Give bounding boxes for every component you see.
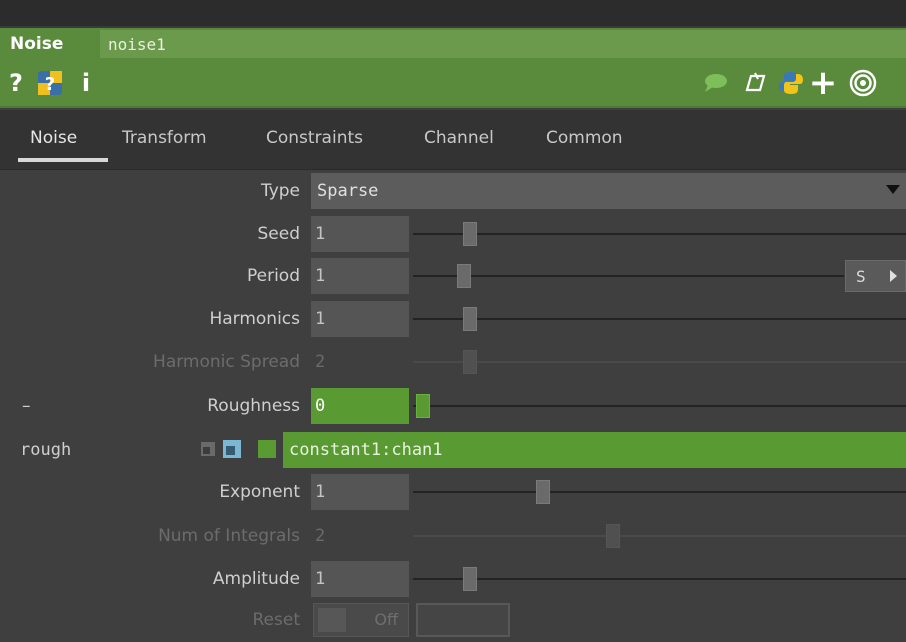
param-label: Exponent	[219, 482, 300, 502]
expression-mode-icon[interactable]	[223, 440, 241, 458]
harmonics-field[interactable]: 1	[311, 301, 409, 337]
operator-type: Noise	[10, 34, 64, 54]
reset-pulse-button[interactable]	[416, 603, 510, 637]
param-num-integrals: Num of Integrals 2	[0, 516, 906, 556]
period-field[interactable]: 1	[311, 258, 409, 294]
python-help-icon[interactable]: ?	[36, 68, 64, 98]
exponent-slider-track[interactable]	[413, 491, 906, 493]
comment-icon[interactable]	[700, 68, 730, 98]
tab-channel[interactable]: Channel	[424, 128, 494, 154]
harmonic-spread-slider-handle	[463, 350, 477, 374]
num-integrals-slider-handle	[606, 524, 620, 548]
clone-icon[interactable]	[740, 68, 770, 98]
period-units-label: S	[856, 266, 866, 286]
reset-toggle[interactable]: Off	[313, 603, 409, 637]
operator-header: Noise noise1	[0, 28, 906, 60]
roughness-slider-handle[interactable]	[416, 394, 430, 418]
tab-common[interactable]: Common	[546, 128, 623, 154]
amplitude-slider-track[interactable]	[413, 578, 906, 580]
num-integrals-slider-track	[413, 535, 906, 537]
period-slider-track[interactable]	[413, 275, 844, 277]
operator-name-field[interactable]: noise1	[100, 30, 906, 58]
param-harmonic-spread: Harmonic Spread 2	[0, 342, 906, 382]
add-icon[interactable]: +	[808, 63, 838, 103]
seed-slider-track[interactable]	[413, 233, 906, 235]
param-label: Harmonics	[209, 309, 300, 329]
param-type: Type Sparse	[0, 171, 906, 211]
period-units-button[interactable]: S	[845, 260, 906, 292]
harmonic-spread-slider-track	[413, 361, 906, 363]
tab-noise[interactable]: Noise	[30, 128, 77, 154]
roughness-slider-track[interactable]	[413, 405, 906, 407]
tab-transform[interactable]: Transform	[122, 128, 207, 154]
num-integrals-field: 2	[315, 526, 326, 546]
parameter-tabs: Noise Transform Constraints Channel Comm…	[0, 110, 906, 170]
svg-text:?: ?	[45, 74, 55, 95]
reset-state: Off	[374, 610, 398, 629]
param-label: Amplitude	[212, 569, 300, 589]
expression-field[interactable]: constant1:chan1	[283, 432, 906, 468]
top-strip	[0, 0, 906, 28]
period-slider-handle[interactable]	[457, 264, 471, 288]
amplitude-slider-handle[interactable]	[463, 567, 477, 591]
param-exponent: Exponent 1	[0, 472, 906, 512]
type-dropdown[interactable]: Sparse	[311, 173, 906, 209]
export-mode-icon[interactable]	[258, 440, 276, 458]
type-value: Sparse	[317, 181, 379, 201]
seed-field[interactable]: 1	[311, 216, 409, 252]
param-seed: Seed 1	[0, 214, 906, 254]
param-roughness: – Roughness 0	[0, 386, 906, 426]
param-label: Period	[246, 266, 300, 286]
python-icon[interactable]	[776, 68, 806, 98]
icon-toolbar: ? ? i +	[0, 60, 906, 108]
seed-slider-handle[interactable]	[463, 222, 477, 246]
chevron-right-icon	[890, 270, 897, 282]
param-amplitude: Amplitude 1	[0, 559, 906, 599]
active-tab-indicator	[18, 158, 108, 162]
harmonics-slider-handle[interactable]	[463, 307, 477, 331]
param-label: Roughness	[207, 396, 300, 416]
viewer-icon[interactable]	[846, 68, 880, 98]
param-label: Reset	[252, 610, 301, 630]
exponent-slider-handle[interactable]	[536, 480, 550, 504]
harmonics-slider-track[interactable]	[413, 318, 906, 320]
info-icon[interactable]: i	[78, 68, 94, 98]
roughness-field[interactable]: 0	[311, 388, 409, 424]
expression-param-name: rough	[20, 440, 72, 460]
param-label: Harmonic Spread	[153, 352, 300, 372]
param-label: Seed	[257, 224, 301, 244]
amplitude-field[interactable]: 1	[311, 561, 409, 597]
chevron-down-icon	[886, 185, 900, 194]
exponent-field[interactable]: 1	[311, 474, 409, 510]
param-label: Type	[260, 181, 300, 201]
param-reset: Reset Off	[0, 600, 906, 640]
collapse-toggle[interactable]: –	[22, 386, 31, 426]
param-period: Period 1 S	[0, 256, 906, 296]
param-rough-expression: rough constant1:chan1	[0, 430, 906, 470]
harmonic-spread-field: 2	[315, 352, 326, 372]
constant-mode-icon[interactable]	[201, 442, 215, 456]
help-icon[interactable]: ?	[6, 68, 26, 98]
tab-constraints[interactable]: Constraints	[266, 128, 363, 154]
toggle-knob	[318, 608, 346, 632]
param-harmonics: Harmonics 1	[0, 299, 906, 339]
param-label: Num of Integrals	[158, 526, 300, 546]
